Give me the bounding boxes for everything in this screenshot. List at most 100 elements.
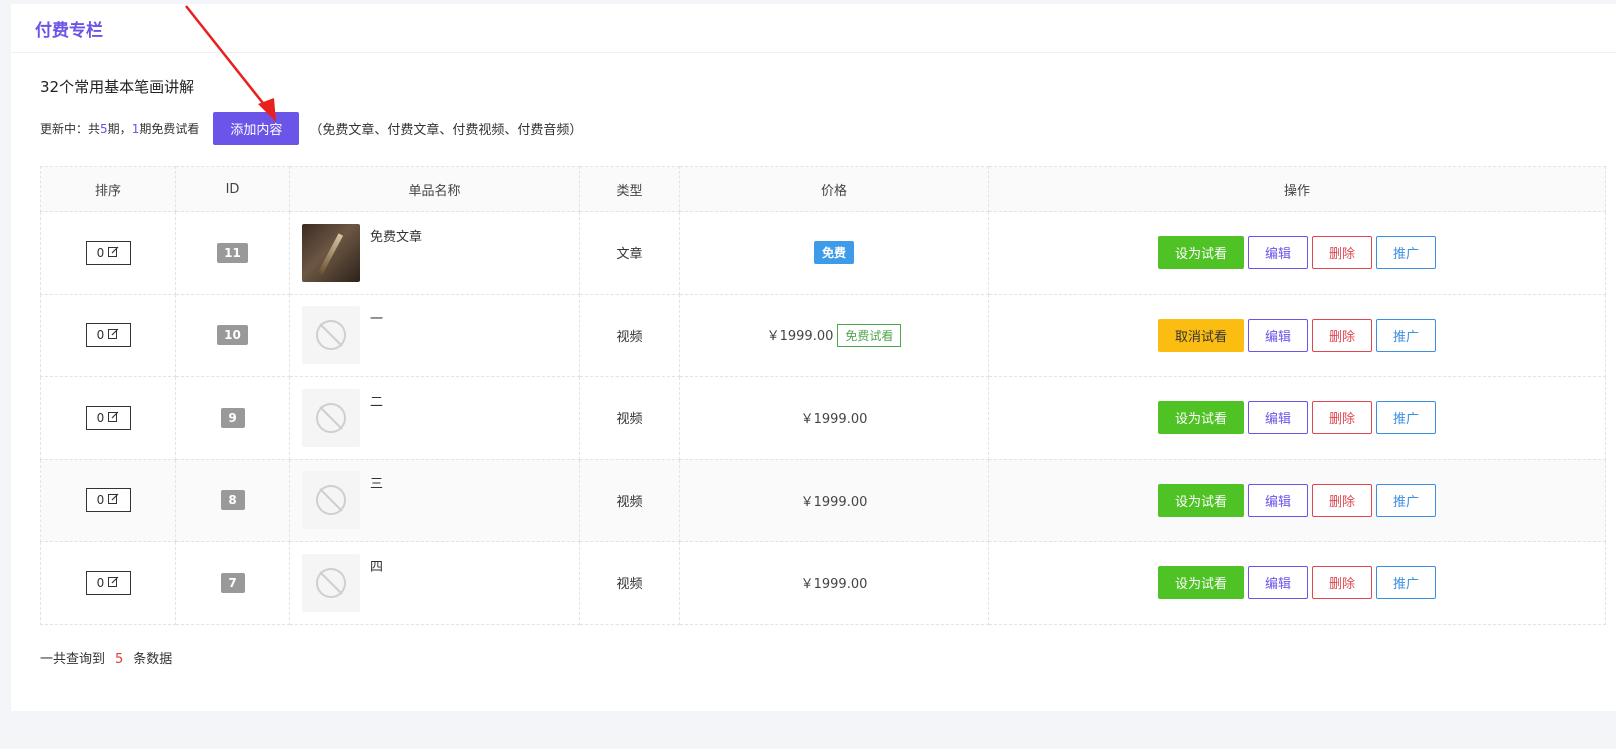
id-badge: 7 bbox=[220, 572, 245, 593]
price-value: ￥1999.00 bbox=[766, 328, 834, 344]
sort-order-input[interactable]: 0 bbox=[85, 405, 131, 430]
id-cell: 11 bbox=[175, 211, 290, 295]
item-thumbnail bbox=[302, 223, 360, 282]
type-cell: 文章 bbox=[579, 211, 680, 295]
actions-cell: 取消试看 编辑 删除 推广 bbox=[988, 293, 1606, 377]
toggle-trial-button[interactable]: 设为试看 bbox=[1158, 566, 1244, 600]
id-badge: 8 bbox=[220, 490, 245, 511]
name-cell: 三 bbox=[289, 458, 580, 542]
type-cell: 视频 bbox=[579, 293, 680, 377]
actions-cell: 设为试看 编辑 删除 推广 bbox=[988, 458, 1606, 542]
header-id: ID bbox=[175, 166, 290, 212]
sort-value: 0 bbox=[96, 575, 105, 590]
result-count-prefix: 一共查询到 bbox=[40, 652, 106, 667]
name-cell: 免费文章 bbox=[289, 211, 580, 295]
toggle-trial-button[interactable]: 设为试看 bbox=[1158, 236, 1244, 270]
id-badge: 11 bbox=[217, 242, 248, 263]
edit-pencil-icon[interactable] bbox=[108, 493, 119, 507]
sort-order-input[interactable]: 0 bbox=[85, 570, 131, 595]
delete-button[interactable]: 删除 bbox=[1312, 236, 1372, 270]
result-count-number: 5 bbox=[115, 652, 124, 667]
free-trial-badge: 免费试看 bbox=[837, 323, 902, 347]
edit-pencil-icon[interactable] bbox=[108, 576, 119, 590]
sort-cell: 0 bbox=[40, 376, 176, 460]
item-name: 免费文章 bbox=[370, 229, 423, 245]
id-cell: 7 bbox=[175, 541, 290, 625]
toggle-trial-button[interactable]: 设为试看 bbox=[1158, 483, 1244, 517]
sort-value: 0 bbox=[96, 328, 105, 343]
edit-button[interactable]: 编辑 bbox=[1248, 236, 1308, 270]
edit-button[interactable]: 编辑 bbox=[1248, 483, 1308, 517]
name-cell: 二 bbox=[289, 376, 580, 460]
no-image-icon bbox=[302, 388, 360, 447]
delete-button[interactable]: 删除 bbox=[1312, 318, 1372, 352]
price-cell: ￥1999.00 bbox=[679, 376, 989, 460]
edit-button[interactable]: 编辑 bbox=[1248, 401, 1308, 435]
item-name: 一 bbox=[370, 312, 384, 328]
edit-button[interactable]: 编辑 bbox=[1248, 318, 1308, 352]
total-suffix: 期， bbox=[107, 122, 132, 136]
delete-button[interactable]: 删除 bbox=[1312, 483, 1372, 517]
promote-button[interactable]: 推广 bbox=[1376, 483, 1436, 517]
price-cell: ￥1999.00 免费试看 bbox=[679, 293, 989, 377]
name-cell: 四 bbox=[289, 541, 580, 625]
promote-button[interactable]: 推广 bbox=[1376, 318, 1436, 352]
no-image-icon bbox=[302, 553, 360, 612]
edit-button[interactable]: 编辑 bbox=[1248, 566, 1308, 600]
price-value: ￥1999.00 bbox=[800, 577, 868, 593]
table-row: 0 7 四 视频 ￥1999.00 设为试看 编辑 删除 推广 bbox=[40, 541, 1606, 625]
id-badge: 9 bbox=[220, 407, 245, 428]
price-cell: ￥1999.00 bbox=[679, 541, 989, 625]
promote-button[interactable]: 推广 bbox=[1376, 401, 1436, 435]
annotation-arrow-icon bbox=[185, 5, 276, 122]
status-label: 更新中： bbox=[40, 122, 89, 136]
header-price: 价格 bbox=[679, 166, 989, 212]
add-content-hint: （免费文章、付费文章、付费视频、付费音频） bbox=[309, 123, 583, 138]
edit-pencil-icon[interactable] bbox=[108, 246, 119, 260]
promote-button[interactable]: 推广 bbox=[1376, 566, 1436, 600]
sort-cell: 0 bbox=[40, 293, 176, 377]
toggle-trial-button[interactable]: 设为试看 bbox=[1158, 401, 1244, 435]
no-image-icon bbox=[302, 471, 360, 530]
header-sort: 排序 bbox=[40, 166, 176, 212]
type-cell: 视频 bbox=[579, 458, 680, 542]
sort-cell: 0 bbox=[40, 211, 176, 295]
total-count: 5 bbox=[100, 121, 108, 136]
price-value: ￥1999.00 bbox=[800, 412, 868, 428]
price-cell: ￥1999.00 bbox=[679, 458, 989, 542]
sort-value: 0 bbox=[96, 493, 105, 508]
column-meta: 更新中： 共 5 期， 1 期免费试看 添加内容 （免费文章、付费文章、付费视频… bbox=[40, 112, 582, 145]
sort-order-input[interactable]: 0 bbox=[85, 323, 131, 348]
name-cell: 一 bbox=[289, 293, 580, 377]
price-cell: 免费 bbox=[679, 211, 989, 295]
price-value: ￥1999.00 bbox=[800, 494, 868, 510]
table-row: 0 11 免费文章 文章 免费 设为试看 编辑 删除 推广 bbox=[40, 211, 1606, 295]
delete-button[interactable]: 删除 bbox=[1312, 401, 1372, 435]
sort-order-input[interactable]: 0 bbox=[85, 488, 131, 513]
header-name: 单品名称 bbox=[289, 166, 580, 212]
sort-value: 0 bbox=[96, 410, 105, 425]
result-count-suffix: 条数据 bbox=[133, 652, 173, 667]
table-row: 0 10 一视频 ￥1999.00 免费试看 取消试看 编辑 删除 推广 bbox=[40, 293, 1606, 377]
sort-order-input[interactable]: 0 bbox=[85, 240, 131, 265]
table-row: 0 8 三 视频 ￥1999.00 设为试看 编辑 删除 推广 bbox=[40, 458, 1606, 542]
promote-button[interactable]: 推广 bbox=[1376, 236, 1436, 270]
id-badge: 10 bbox=[217, 325, 248, 346]
delete-button[interactable]: 删除 bbox=[1312, 566, 1372, 600]
actions-cell: 设为试看 编辑 删除 推广 bbox=[988, 376, 1606, 460]
toggle-trial-button[interactable]: 取消试看 bbox=[1158, 318, 1244, 352]
free-price-badge: 免费 bbox=[813, 241, 854, 265]
sort-cell: 0 bbox=[40, 458, 176, 542]
result-count: 一共查询到 5 条数据 bbox=[40, 648, 172, 667]
table-header-row: 排序 ID 单品名称 类型 价格 操作 bbox=[40, 166, 1606, 212]
actions-cell: 设为试看 编辑 删除 推广 bbox=[988, 211, 1606, 295]
edit-pencil-icon[interactable] bbox=[108, 411, 119, 425]
type-cell: 视频 bbox=[579, 376, 680, 460]
sort-cell: 0 bbox=[40, 541, 176, 625]
total-prefix: 共 bbox=[88, 122, 101, 136]
item-name: 二 bbox=[370, 394, 384, 410]
id-cell: 10 bbox=[175, 293, 290, 377]
table-row: 0 9 二 视频 ￥1999.00 设为试看 编辑 删除 推广 bbox=[40, 376, 1606, 460]
header-actions: 操作 bbox=[988, 166, 1606, 212]
edit-pencil-icon[interactable] bbox=[108, 328, 119, 342]
